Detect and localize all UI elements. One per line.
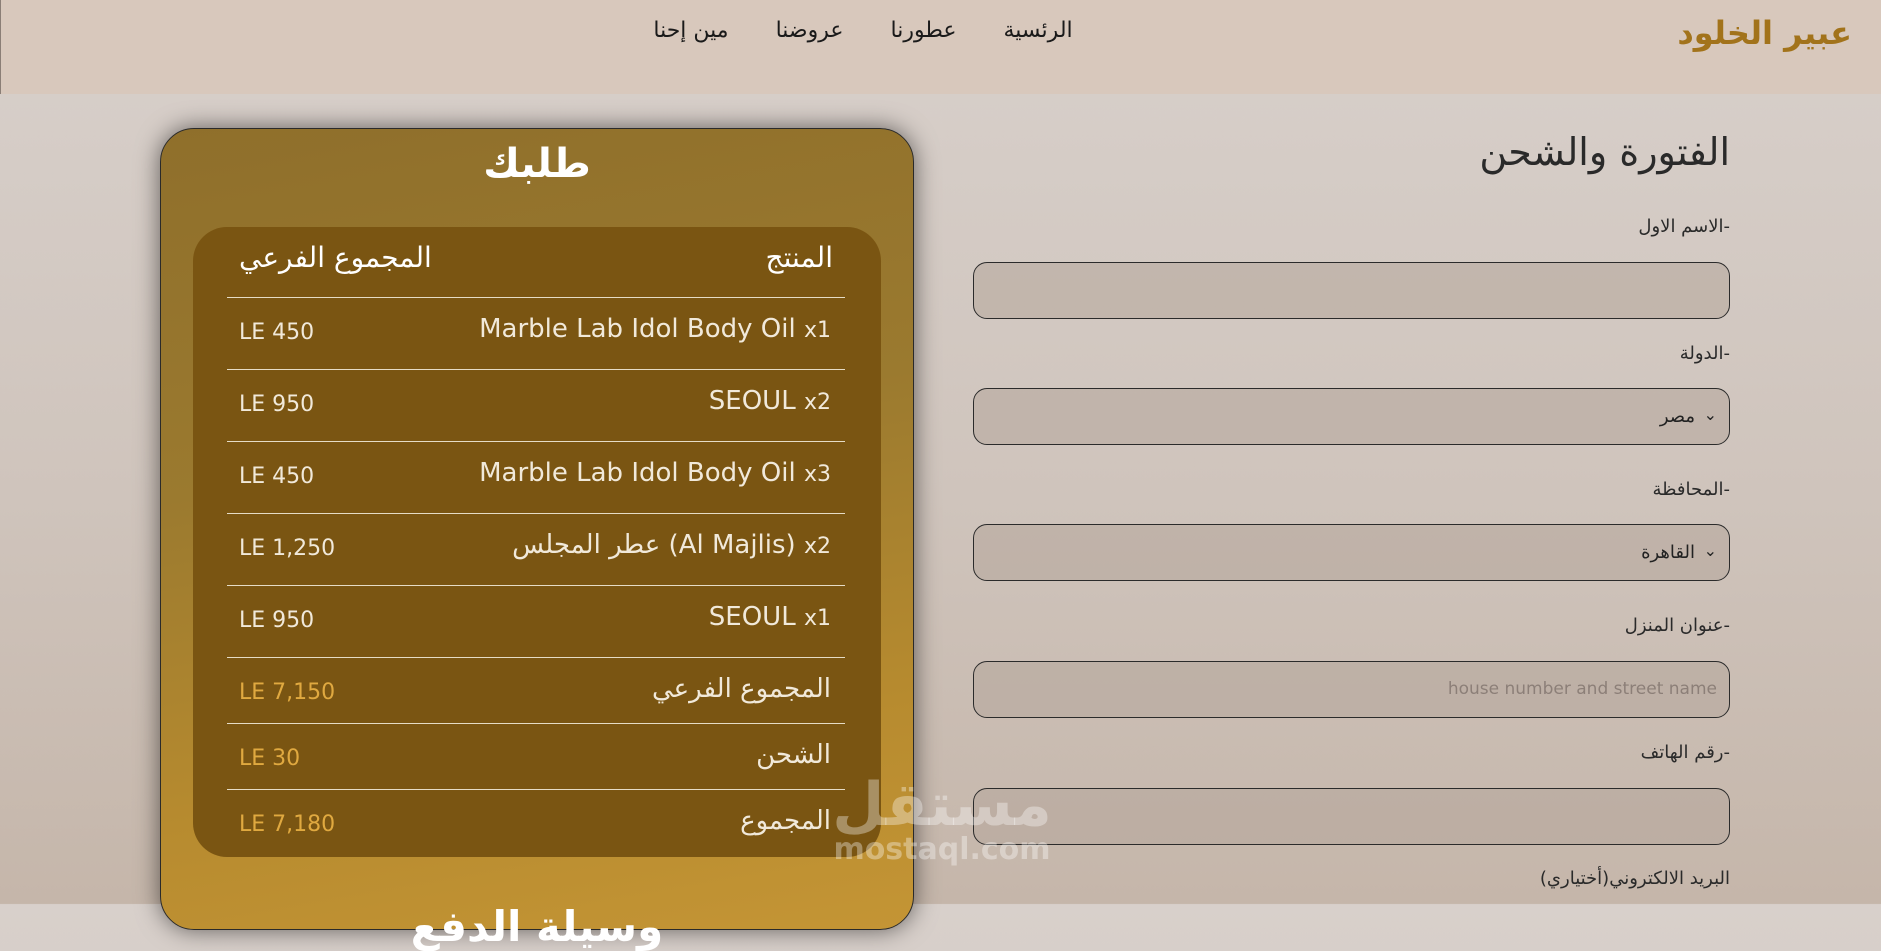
subtotal-label: المجموع الفرعي: [651, 674, 831, 704]
total-label: المجموع: [740, 806, 831, 836]
mostaql-watermark: مستقل mostaql.com: [822, 775, 1062, 865]
nav-about[interactable]: مين إحنا: [653, 18, 728, 43]
order-item-row: Marble Lab Idol Body Oil x3 LE 450: [227, 441, 845, 489]
order-item-name: SEOUL: [708, 602, 796, 632]
form-title: الفتورة والشحن: [1479, 130, 1730, 174]
top-navbar: عبير الخلود الرئسية عطورنا عروضنا مين إح…: [0, 0, 1881, 94]
country-label: -الدولة: [1679, 343, 1730, 364]
phone-label: -رقم الهاتف: [1640, 742, 1730, 763]
shipping-label: الشحن: [756, 740, 831, 770]
total-value: LE 7,180: [239, 812, 336, 837]
email-label: البريد الالكتروني(أختياري): [1539, 868, 1730, 889]
order-item-row: Marble Lab Idol Body Oil x1 LE 450: [227, 297, 845, 345]
order-item-price: LE 1,250: [239, 536, 336, 561]
order-item-qty: x1: [803, 318, 831, 343]
order-title: طلبك: [483, 141, 591, 187]
order-item-name: SEOUL: [708, 386, 796, 416]
order-item-row: عطر المجلس (Al Majlis) x2 LE 1,250: [227, 513, 845, 561]
governorate-select[interactable]: ⌄ القاهرة: [973, 524, 1730, 581]
payment-method-heading: وسيلة الدفع: [410, 902, 664, 951]
total-row: المجموع LE 7,180: [227, 789, 845, 837]
order-item-qty: x1: [803, 606, 831, 631]
order-table: المنتج المجموع الفرعي Marble Lab Idol Bo…: [193, 227, 881, 857]
chevron-down-icon: ⌄: [1703, 541, 1717, 560]
column-header-subtotal: المجموع الفرعي: [239, 241, 432, 274]
order-item-name: Marble Lab Idol Body Oil: [479, 458, 796, 488]
subtotal-value: LE 7,150: [239, 680, 336, 705]
order-item-price: LE 450: [239, 320, 315, 345]
watermark-url: mostaql.com: [833, 832, 1051, 867]
nav-offers[interactable]: عروضنا: [776, 18, 844, 43]
nav-perfumes[interactable]: عطورنا: [891, 18, 957, 43]
order-summary-card: طلبك المنتج المجموع الفرعي Marble Lab Id…: [160, 128, 914, 951]
nav-home[interactable]: الرئسية: [1004, 18, 1073, 43]
order-item-price: LE 950: [239, 392, 315, 417]
order-item-qty: x2: [803, 390, 831, 415]
order-item-price: LE 950: [239, 608, 315, 633]
address-placeholder: house number and street name: [1447, 679, 1717, 699]
watermark-logo-text: مستقل: [832, 770, 1052, 840]
order-item-row: SEOUL x1 LE 950: [227, 585, 845, 633]
governorate-select-value: القاهرة: [1641, 542, 1695, 563]
first-name-input[interactable]: [973, 262, 1730, 319]
order-item-qty: x3: [803, 462, 831, 487]
first-name-label: -الاسم الاول: [1638, 216, 1730, 237]
shipping-value: LE 30: [239, 746, 301, 771]
order-item-name: عطر المجلس (Al Majlis): [512, 530, 796, 560]
order-item-price: LE 450: [239, 464, 315, 489]
shipping-row: الشحن LE 30: [227, 723, 845, 771]
address-input[interactable]: house number and street name: [973, 661, 1730, 718]
subtotal-row: المجموع الفرعي LE 7,150: [227, 657, 845, 705]
order-item-name: Marble Lab Idol Body Oil: [479, 314, 796, 344]
governorate-label: -المحافظة: [1652, 479, 1730, 500]
country-select[interactable]: ⌄ مصر: [973, 388, 1730, 445]
phone-input[interactable]: [973, 788, 1730, 845]
address-label: -عنوان المنزل: [1624, 615, 1730, 636]
order-item-row: SEOUL x2 LE 950: [227, 369, 845, 417]
nav-links: الرئسية عطورنا عروضنا مين إحنا: [1, 18, 1881, 43]
order-item-qty: x2: [803, 534, 831, 559]
country-select-value: مصر: [1659, 406, 1695, 427]
chevron-down-icon: ⌄: [1703, 405, 1717, 424]
column-header-product: المنتج: [765, 241, 833, 274]
